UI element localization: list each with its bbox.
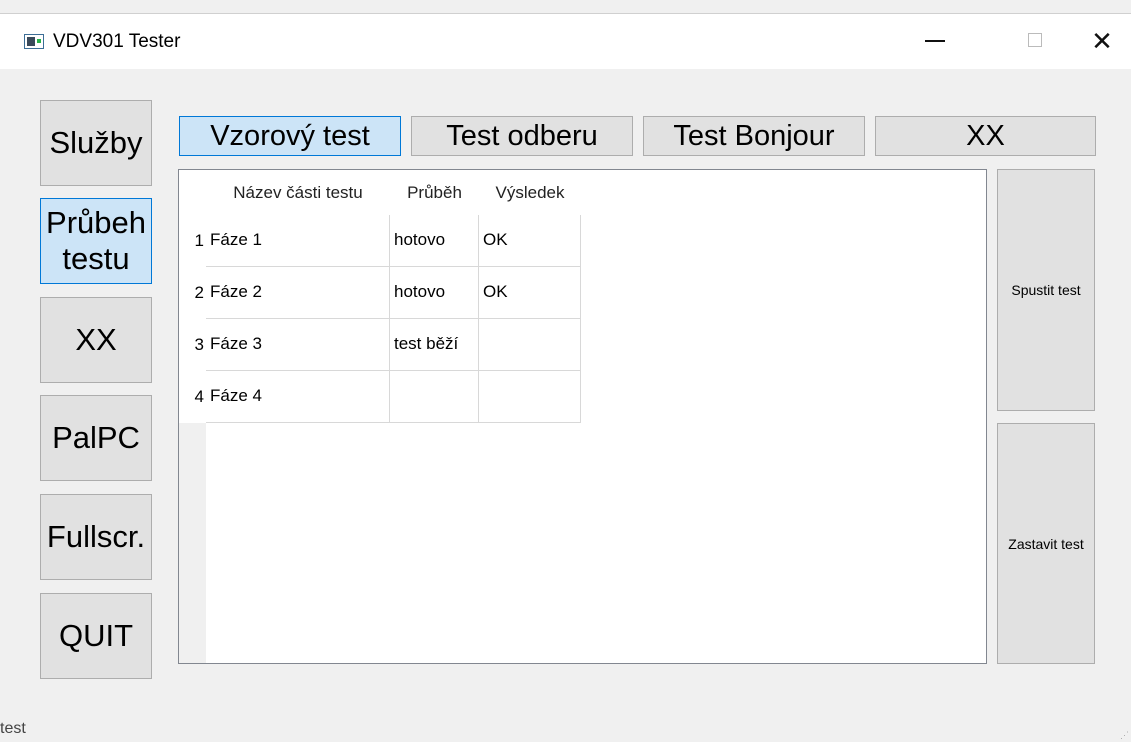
close-button[interactable]: ✕	[1072, 14, 1131, 69]
table-cell[interactable]: Fáze 1	[206, 215, 390, 267]
table-cell[interactable]: Fáze 2	[206, 267, 390, 319]
table-cell[interactable]: hotovo	[390, 215, 479, 267]
start-test-label: Spustit test	[1011, 282, 1081, 298]
app-icon	[24, 34, 44, 49]
table-cell[interactable]: OK	[479, 215, 581, 267]
row-header[interactable]: 2	[179, 267, 206, 319]
stop-test-button[interactable]: Zastavit test	[997, 423, 1095, 664]
tab-label: Test odberu	[446, 119, 598, 152]
test-table[interactable]: Název části testu Průběh Výsledek 1 Fáze…	[178, 169, 987, 664]
sidebar-item-fullscreen[interactable]: Fullscr.	[40, 494, 152, 580]
table-cell[interactable]: OK	[479, 267, 581, 319]
row-header[interactable]: 3	[179, 319, 206, 371]
column-header-vysledek[interactable]: Výsledek	[479, 170, 581, 215]
sidebar-item-label: Fullscr.	[46, 519, 146, 554]
table-cell[interactable]	[479, 319, 581, 371]
column-header-nazev[interactable]: Název části testu	[206, 170, 390, 215]
tab-test-odberu[interactable]: Test odberu	[411, 116, 633, 156]
minimize-icon	[925, 40, 945, 42]
status-text: test	[0, 720, 26, 737]
minimize-button[interactable]	[906, 14, 966, 69]
table-cell[interactable]: Fáze 4	[206, 371, 390, 423]
row-header[interactable]: 4	[179, 371, 206, 423]
column-header-prubeh[interactable]: Průběh	[390, 170, 479, 215]
sidebar-item-palpc[interactable]: PalPC	[40, 395, 152, 481]
table-cell[interactable]: Fáze 3	[206, 319, 390, 371]
sidebar-item-quit[interactable]: QUIT	[40, 593, 152, 679]
table-cell[interactable]: hotovo	[390, 267, 479, 319]
sidebar-item-label: QUIT	[58, 618, 134, 653]
maximize-button[interactable]	[1004, 14, 1064, 69]
sidebar-item-xx[interactable]: XX	[40, 297, 152, 383]
table-corner[interactable]	[179, 170, 206, 215]
tab-label: XX	[966, 119, 1005, 152]
sidebar-item-sluzby[interactable]: Služby	[40, 100, 152, 186]
sidebar-item-label: Služby	[49, 125, 143, 160]
table-cell[interactable]	[479, 371, 581, 423]
sidebar-item-label: PalPC	[52, 420, 140, 455]
tab-xx[interactable]: XX	[875, 116, 1096, 156]
title-bar: VDV301 Tester ✕	[0, 13, 1131, 69]
sidebar-item-prubeh-testu[interactable]: Průbeh testu	[40, 198, 152, 284]
tab-test-bonjour[interactable]: Test Bonjour	[643, 116, 865, 156]
start-test-button[interactable]: Spustit test	[997, 169, 1095, 411]
tab-label: Vzorový test	[210, 119, 370, 152]
maximize-icon	[1028, 33, 1042, 47]
row-header[interactable]: 1	[179, 215, 206, 267]
sidebar-item-label: XX	[75, 322, 117, 357]
sidebar-item-label: Průbeh testu	[46, 205, 146, 276]
table-cell[interactable]	[390, 371, 479, 423]
stop-test-label: Zastavit test	[1008, 535, 1084, 552]
tab-label: Test Bonjour	[673, 119, 835, 152]
resize-grip-icon[interactable]: ⋰	[1120, 731, 1129, 740]
window-title: VDV301 Tester	[53, 31, 181, 52]
close-icon: ✕	[1091, 26, 1113, 56]
tab-vzorovy-test[interactable]: Vzorový test	[179, 116, 401, 156]
table-cell[interactable]: test běží	[390, 319, 479, 371]
